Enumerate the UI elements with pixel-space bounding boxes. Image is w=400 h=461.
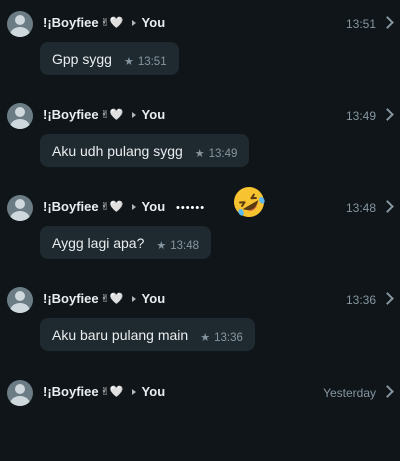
star-icon: ★ xyxy=(156,240,167,252)
default-avatar-icon[interactable] xyxy=(7,380,33,406)
message-item[interactable]: !¡Boyfiee ✌🤍 You 13:51 Gpp sygg ★ 13:51 xyxy=(0,0,400,92)
message-date: 13:48 xyxy=(345,201,376,215)
message-date: 13:51 xyxy=(345,17,376,31)
message-time: 13:51 xyxy=(137,55,167,68)
message-meta: ★ 13:36 xyxy=(200,331,243,345)
star-icon: ★ xyxy=(194,148,205,160)
recipient-name: You xyxy=(141,291,166,306)
recipient-name: You xyxy=(141,199,166,214)
sender-name: !¡Boyfiee xyxy=(43,199,99,214)
message-text: Gpp sygg xyxy=(52,50,112,67)
message-bubble[interactable]: Gpp sygg ★ 13:51 xyxy=(40,42,179,75)
default-avatar-icon[interactable] xyxy=(7,287,33,313)
chevron-right-icon[interactable] xyxy=(381,292,394,305)
sender-emoji: ✌🤍 xyxy=(100,386,124,398)
message-bubble[interactable]: Aygg lagi apa? ★ 13:48 xyxy=(40,226,212,259)
default-avatar-icon[interactable] xyxy=(7,195,33,221)
rolling-on-floor-laughing-icon xyxy=(234,187,265,217)
message-time: 13:49 xyxy=(208,147,238,160)
play-arrow-icon xyxy=(131,111,136,118)
sender-emoji: ✌🤍 xyxy=(100,201,124,213)
message-item[interactable]: !¡Boyfiee ✌🤍 You 13:36 Aku baru pulang m… xyxy=(0,276,400,368)
message-time: 13:36 xyxy=(214,331,243,344)
sender-name: !¡Boyfiee xyxy=(43,107,99,122)
message-item[interactable]: !¡Boyfiee ✌🤍 You Yesterday xyxy=(0,369,400,461)
sender-name: !¡Boyfiee xyxy=(43,15,99,30)
message-text: Aku baru pulang main xyxy=(52,326,189,343)
play-arrow-icon xyxy=(131,19,136,26)
sender-name: !¡Boyfiee xyxy=(43,291,99,306)
sender-line: !¡Boyfiee ✌🤍 You xyxy=(43,107,165,122)
message-item[interactable]: !¡Boyfiee ✌🤍 You 13:48 Aygg lagi apa? ★ … xyxy=(0,184,400,276)
message-bubble[interactable]: Aku udh pulang sygg ★ 13:49 xyxy=(40,134,250,167)
message-time: 13:48 xyxy=(170,239,200,252)
message-text: Aygg lagi apa? xyxy=(52,234,145,251)
message-meta: ★ 13:49 xyxy=(194,147,238,161)
recipient-name: You xyxy=(141,384,166,399)
message-meta: ★ 13:51 xyxy=(123,55,167,69)
dots-overlay: •••••• xyxy=(176,202,206,214)
chevron-right-icon[interactable] xyxy=(381,385,394,398)
chevron-right-icon[interactable] xyxy=(381,200,394,213)
sender-name: !¡Boyfiee xyxy=(43,384,99,399)
sender-line: !¡Boyfiee ✌🤍 You xyxy=(43,15,165,30)
sender-emoji: ✌🤍 xyxy=(100,109,124,121)
recipient-name: You xyxy=(141,107,166,122)
sender-line: !¡Boyfiee ✌🤍 You xyxy=(43,291,165,306)
message-date: Yesterday xyxy=(323,386,376,400)
sender-emoji: ✌🤍 xyxy=(100,17,124,29)
sender-line: !¡Boyfiee ✌🤍 You xyxy=(43,199,165,214)
star-icon: ★ xyxy=(200,332,211,344)
message-text: Aku udh pulang sygg xyxy=(52,142,183,159)
play-arrow-icon xyxy=(131,203,136,210)
sender-line: !¡Boyfiee ✌🤍 You xyxy=(43,384,165,399)
chevron-right-icon[interactable] xyxy=(381,16,394,29)
message-meta: ★ 13:48 xyxy=(156,239,200,253)
play-arrow-icon xyxy=(131,295,136,302)
chevron-right-icon[interactable] xyxy=(381,108,394,121)
message-bubble[interactable]: Aku baru pulang main ★ 13:36 xyxy=(40,318,255,351)
play-arrow-icon xyxy=(131,388,136,395)
default-avatar-icon[interactable] xyxy=(7,103,33,129)
message-date: 13:49 xyxy=(345,109,376,123)
message-date: 13:36 xyxy=(345,293,376,307)
message-item[interactable]: !¡Boyfiee ✌🤍 You 13:49 Aku udh pulang sy… xyxy=(0,92,400,184)
sender-emoji: ✌🤍 xyxy=(100,293,124,305)
default-avatar-icon[interactable] xyxy=(7,11,33,37)
recipient-name: You xyxy=(141,15,166,30)
star-icon: ★ xyxy=(123,56,134,68)
